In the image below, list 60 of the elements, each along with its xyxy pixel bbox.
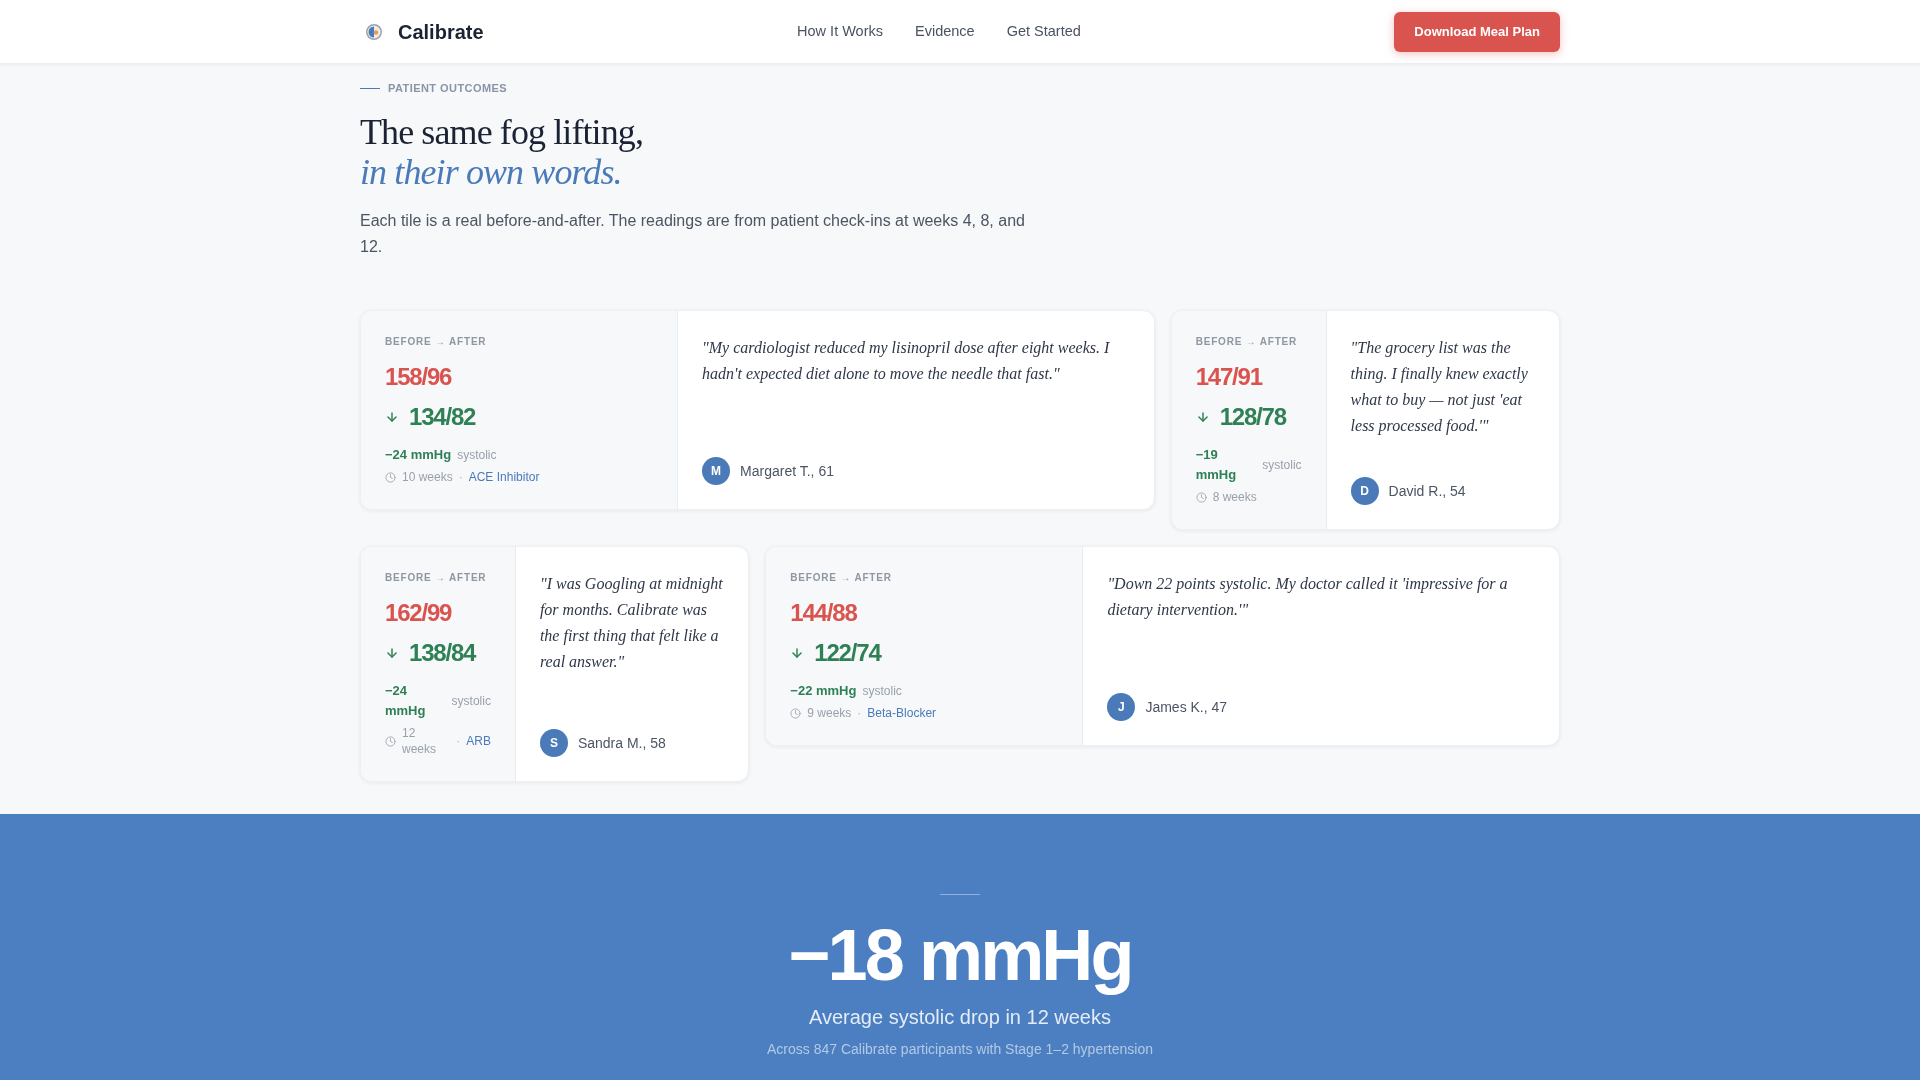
before-reading: 147/91 [1195,362,1262,392]
separator: · [857,705,862,721]
author-name: James K., 47 [1145,698,1228,717]
change-label: systolic [457,447,497,463]
after-reading: 122/74 [814,638,881,668]
download-meal-plan-button[interactable]: Download Meal Plan [1394,11,1560,52]
after-reading: 134/82 [409,402,476,432]
medication-link[interactable]: ACE Inhibitor [468,469,540,485]
logo-icon [366,23,382,40]
nav-link[interactable]: How It Works [797,20,883,43]
before-after-label: BEFORE → AFTER [1195,335,1298,349]
systolic-change: −24 mmHg [385,446,452,464]
change-label: systolic [451,693,491,709]
testimonial-quote: "Down 22 points systolic. My doctor called it 'impressive for a dietary intervention.'" [1107,574,1509,621]
before-reading: 162/99 [385,598,452,628]
systolic-change: −22 mmHg [790,682,857,700]
avatar-initial: J [1107,693,1136,721]
section-title-accent: in their own words. [360,152,623,192]
clock-icon [1195,491,1207,503]
testimonial-quote: "The grocery list was the thing. I finally knew exactly what to buy — not just 'eat less processed food.'" [1350,338,1529,437]
section-title: The same fog lifting, [360,112,645,152]
change-label: systolic [862,683,902,699]
clock-icon [790,707,802,719]
medication-link[interactable]: ARB [466,733,491,749]
section-eyebrow: PATIENT OUTCOMES [388,81,508,96]
average-drop-caption: Average systolic drop in 12 weeks [809,1005,1111,1030]
systolic-change: −24 mmHg [385,682,427,720]
down-arrow-icon [385,646,399,660]
brand-name[interactable]: Calibrate [398,17,484,46]
down-arrow-icon [385,410,399,424]
before-after-label: BEFORE → AFTER [385,335,487,349]
before-reading: 144/88 [790,598,857,628]
duration: 10 weeks [402,469,453,485]
change-label: systolic [1262,457,1302,473]
separator: · [456,733,461,749]
duration: 9 weeks [807,705,852,721]
clock-icon [385,471,396,483]
author-name: David R., 54 [1388,482,1466,501]
nav-link[interactable]: Get Started [1006,20,1081,43]
avatar-initial: D [1350,477,1379,505]
avatar-initial: S [539,729,568,757]
after-reading: 128/78 [1219,402,1286,432]
clock-icon [385,735,396,747]
testimonial-quote: "I was Googling at midnight for months. Calibrate was the first thing that felt like a real answer." [539,574,724,672]
medication-link[interactable]: Beta-Blocker [867,705,937,721]
before-after-label: BEFORE → AFTER [385,571,487,585]
nav-link[interactable]: Evidence [915,20,975,43]
before-after-label: BEFORE → AFTER [790,571,892,585]
duration: 12 weeks [402,725,437,757]
duration: 8 weeks [1212,489,1257,505]
systolic-change: −19 mmHg [1195,446,1238,484]
testimonial-quote: "My cardiologist reduced my lisinopril dose after eight weeks. I hadn't expected diet alone to move the needle that fast." [702,338,1111,385]
after-reading: 138/84 [409,638,476,668]
author-name: Margaret T., 61 [740,462,834,481]
section-description: Each tile is a real before-and-after. The readings are from patient check-ins at weeks 4, 8, and 12. [360,211,1026,257]
avatar-initial: M [702,457,731,485]
separator: · [458,469,463,485]
participants-note: Across 847 Calibrate participants with Stage 1–2 hypertension [767,1040,1153,1059]
author-name: Sandra M., 58 [577,734,666,753]
before-reading: 158/96 [385,362,452,392]
